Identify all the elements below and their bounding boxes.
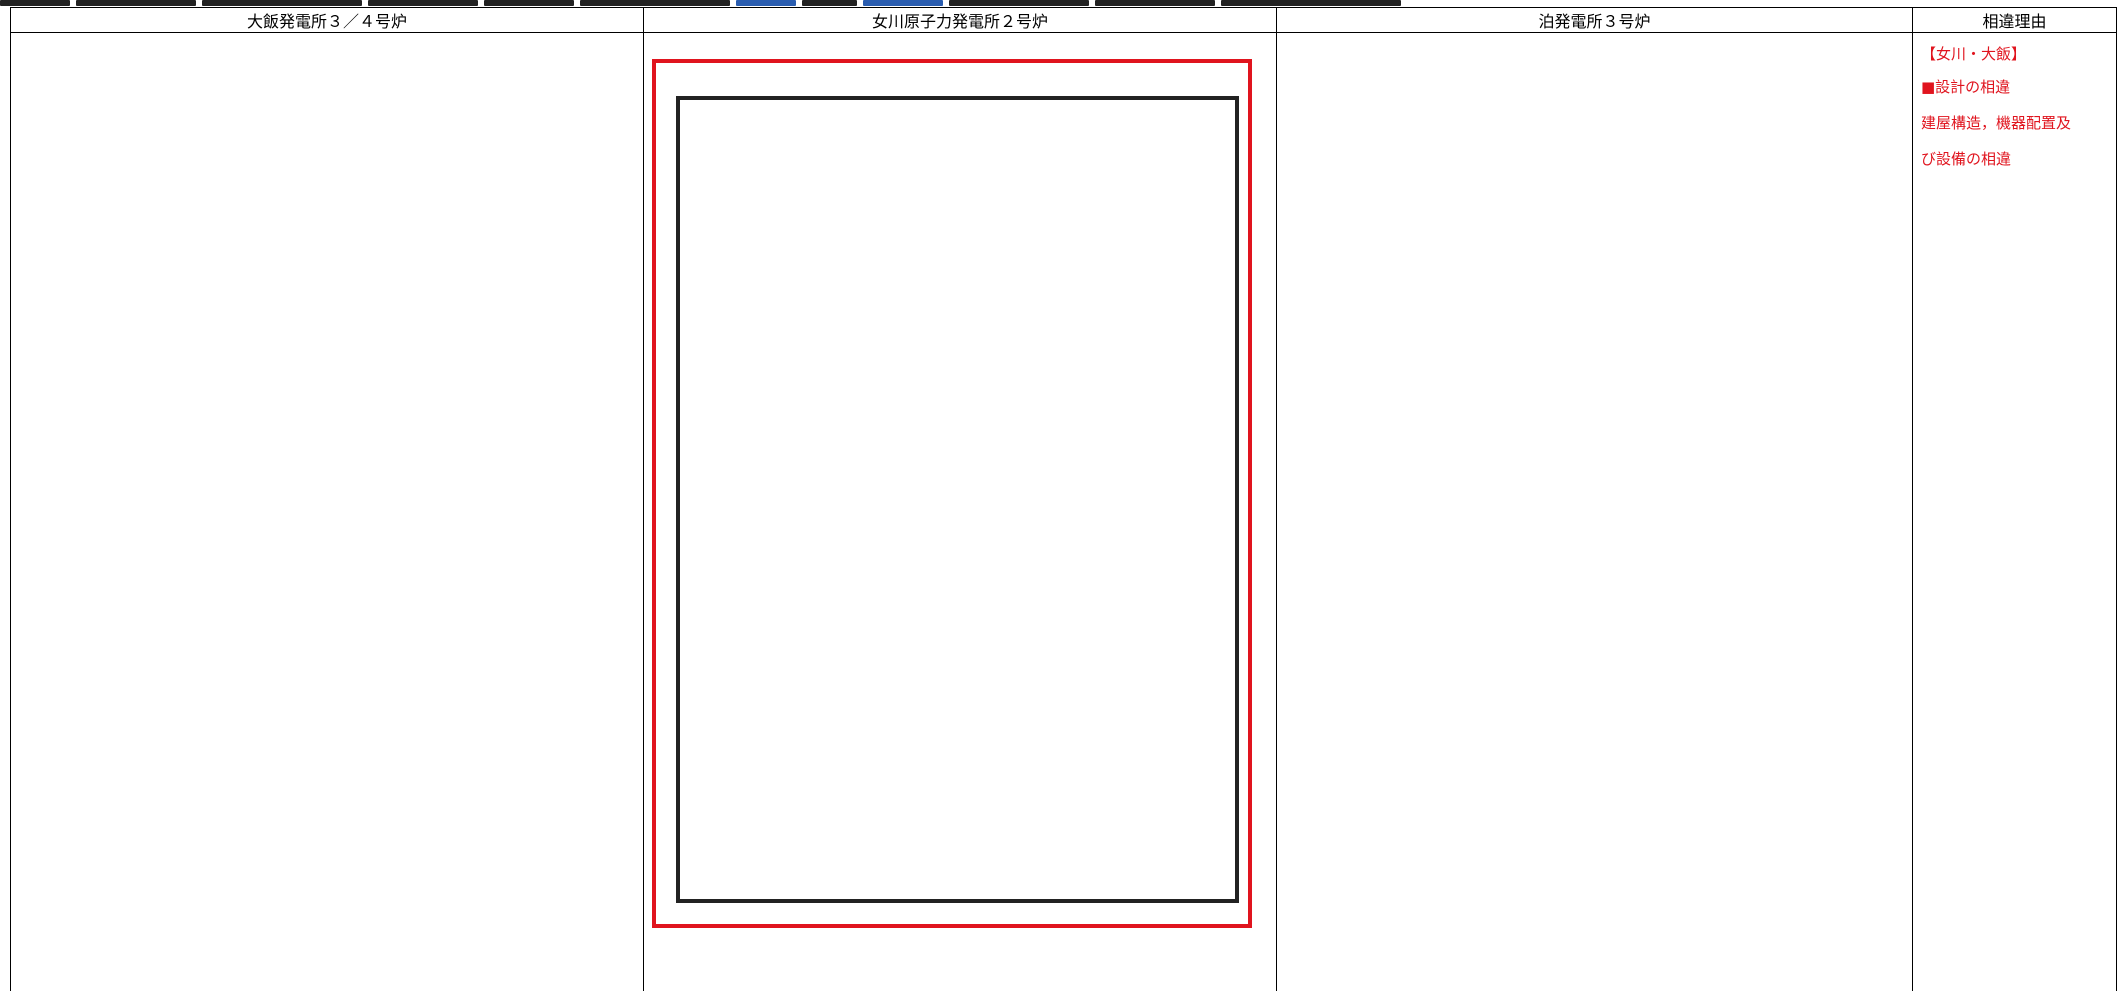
header-ohi: 大飯発電所３／４号炉	[10, 7, 644, 33]
reason-line-category: ■設計の相違	[1921, 78, 2011, 96]
header-tomari: 泊発電所３号炉	[1276, 7, 1913, 33]
header-onagawa: 女川原子力発電所２号炉	[643, 7, 1277, 33]
reason-line-plants: 【女川・大飯】	[1921, 45, 2027, 63]
header-reason: 相違理由	[1912, 7, 2117, 33]
truncated-caption-strip	[0, 0, 1640, 7]
masked-area-black-frame	[676, 96, 1239, 903]
comparison-table: 大飯発電所３／４号炉 女川原子力発電所２号炉 泊発電所３号炉 相違理由 【女川・…	[10, 7, 2117, 991]
reason-cell: 【女川・大飯】 ■設計の相違 建屋構造，機器配置及 び設備の相違	[1912, 32, 2117, 991]
content-row: 【女川・大飯】 ■設計の相違 建屋構造，機器配置及 び設備の相違	[10, 32, 2117, 991]
tomari-cell	[1276, 32, 1913, 991]
reason-line-detail-2: び設備の相違	[1921, 150, 2012, 168]
ohi-cell	[10, 32, 644, 991]
onagawa-cell	[643, 32, 1277, 991]
reason-line-detail-1: 建屋構造，機器配置及	[1921, 114, 2072, 132]
header-row: 大飯発電所３／４号炉 女川原子力発電所２号炉 泊発電所３号炉 相違理由	[10, 7, 2117, 33]
